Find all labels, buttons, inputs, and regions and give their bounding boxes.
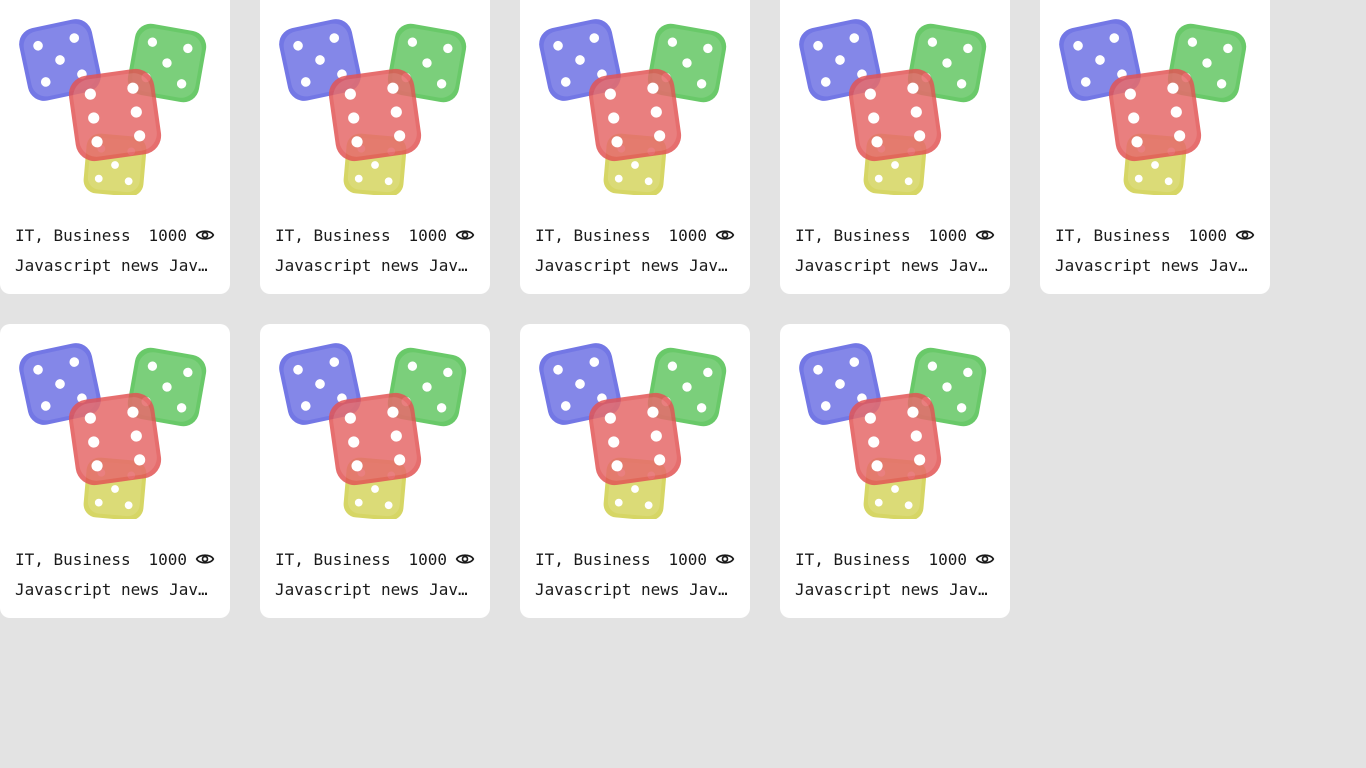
view-count: 1000 — [928, 225, 995, 245]
news-card[interactable]: IT, Business 1000 Javascript news Javasc… — [260, 0, 490, 294]
card-meta: IT, Business 1000 — [1055, 224, 1255, 246]
view-count: 1000 — [148, 549, 215, 569]
news-card[interactable]: IT, Business 1000 Javascript news Javasc… — [260, 324, 490, 618]
view-count: 1000 — [148, 225, 215, 245]
view-count-value: 1000 — [1188, 225, 1227, 245]
eye-icon — [455, 230, 475, 240]
dice-image — [19, 343, 207, 519]
news-card[interactable]: IT, Business 1000 Javascript news Javasc… — [520, 324, 750, 618]
card-category: IT, Business — [275, 549, 391, 569]
dice-image — [539, 343, 727, 519]
card-meta: IT, Business 1000 — [795, 548, 995, 570]
view-count: 1000 — [1188, 225, 1255, 245]
news-card[interactable]: IT, Business 1000 Javascript news Javasc… — [0, 0, 230, 294]
card-meta: IT, Business 1000 — [15, 224, 215, 246]
eye-icon — [975, 554, 995, 564]
card-category: IT, Business — [1055, 225, 1171, 245]
dice-image — [279, 343, 467, 519]
view-count: 1000 — [408, 549, 475, 569]
card-title[interactable]: Javascript news Javascript news — [535, 256, 730, 275]
view-count-value: 1000 — [668, 549, 707, 569]
card-category: IT, Business — [535, 225, 651, 245]
card-title[interactable]: Javascript news Javascript news — [15, 580, 210, 599]
card-title[interactable]: Javascript news Javascript news — [15, 256, 210, 275]
view-count: 1000 — [408, 225, 475, 245]
view-count-value: 1000 — [928, 225, 967, 245]
dice-image — [539, 19, 727, 195]
card-meta: IT, Business 1000 — [535, 224, 735, 246]
card-meta: IT, Business 1000 — [535, 548, 735, 570]
view-count-value: 1000 — [668, 225, 707, 245]
eye-icon — [975, 230, 995, 240]
card-title[interactable]: Javascript news Javascript news — [275, 256, 470, 275]
view-count: 1000 — [668, 225, 735, 245]
dice-image — [799, 19, 987, 195]
view-count-value: 1000 — [148, 225, 187, 245]
news-card[interactable]: IT, Business 1000 Javascript news Javasc… — [520, 0, 750, 294]
card-meta: IT, Business 1000 — [795, 224, 995, 246]
card-title[interactable]: Javascript news Javascript news — [1055, 256, 1250, 275]
card-title[interactable]: Javascript news Javascript news — [275, 580, 470, 599]
view-count: 1000 — [928, 549, 995, 569]
card-category: IT, Business — [15, 225, 131, 245]
eye-icon — [195, 554, 215, 564]
card-category: IT, Business — [275, 225, 391, 245]
card-meta: IT, Business 1000 — [275, 548, 475, 570]
dice-image — [1059, 19, 1247, 195]
news-card[interactable]: IT, Business 1000 Javascript news Javasc… — [1040, 0, 1270, 294]
card-title[interactable]: Javascript news Javascript news — [795, 256, 990, 275]
eye-icon — [195, 230, 215, 240]
card-category: IT, Business — [795, 549, 911, 569]
view-count-value: 1000 — [408, 549, 447, 569]
eye-icon — [715, 230, 735, 240]
card-title[interactable]: Javascript news Javascript news — [795, 580, 990, 599]
view-count-value: 1000 — [928, 549, 967, 569]
news-card[interactable]: IT, Business 1000 Javascript news Javasc… — [780, 0, 1010, 294]
card-meta: IT, Business 1000 — [275, 224, 475, 246]
news-card[interactable]: IT, Business 1000 Javascript news Javasc… — [0, 324, 230, 618]
dice-image — [279, 19, 467, 195]
dice-image — [799, 343, 987, 519]
news-card-grid: IT, Business 1000 Javascript news Javasc… — [0, 0, 1366, 618]
dice-image — [19, 19, 207, 195]
card-category: IT, Business — [535, 549, 651, 569]
view-count-value: 1000 — [408, 225, 447, 245]
eye-icon — [715, 554, 735, 564]
view-count: 1000 — [668, 549, 735, 569]
card-category: IT, Business — [795, 225, 911, 245]
eye-icon — [455, 554, 475, 564]
card-meta: IT, Business 1000 — [15, 548, 215, 570]
card-title[interactable]: Javascript news Javascript news — [535, 580, 730, 599]
card-category: IT, Business — [15, 549, 131, 569]
eye-icon — [1235, 230, 1255, 240]
view-count-value: 1000 — [148, 549, 187, 569]
news-card[interactable]: IT, Business 1000 Javascript news Javasc… — [780, 324, 1010, 618]
